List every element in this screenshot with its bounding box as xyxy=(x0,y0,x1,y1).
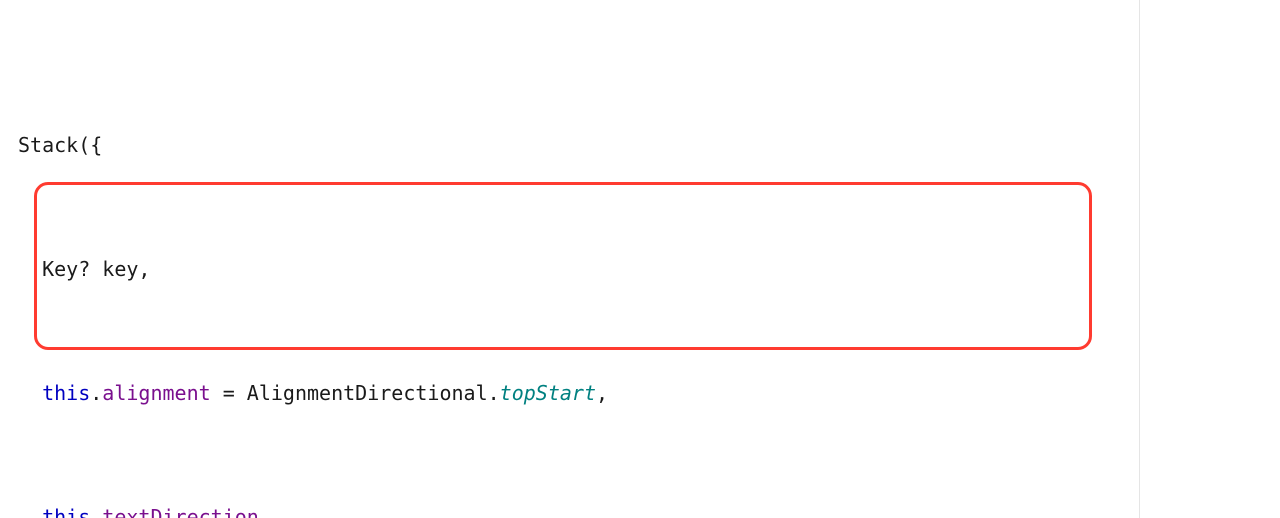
token: alignment xyxy=(102,378,210,409)
code-editor[interactable]: Stack({ Key? key, this.alignment = Align… xyxy=(0,0,1280,518)
code-line: this.textDirection, xyxy=(18,502,1280,518)
code-line: Key? key, xyxy=(18,254,1280,285)
code-line: this.alignment = AlignmentDirectional.to… xyxy=(18,378,1280,409)
token: this xyxy=(18,502,90,518)
token: , xyxy=(596,378,608,409)
token: Key? key, xyxy=(18,254,150,285)
token: , xyxy=(259,502,271,518)
token: textDirection xyxy=(102,502,259,518)
token: topStart xyxy=(500,378,596,409)
token: Stack xyxy=(18,130,78,161)
token: this xyxy=(18,378,90,409)
token: . xyxy=(90,502,102,518)
token: = AlignmentDirectional. xyxy=(211,378,500,409)
token: ({ xyxy=(78,130,102,161)
token: . xyxy=(90,378,102,409)
margin-guide xyxy=(1139,0,1140,518)
code-line: Stack({ xyxy=(18,130,1280,161)
